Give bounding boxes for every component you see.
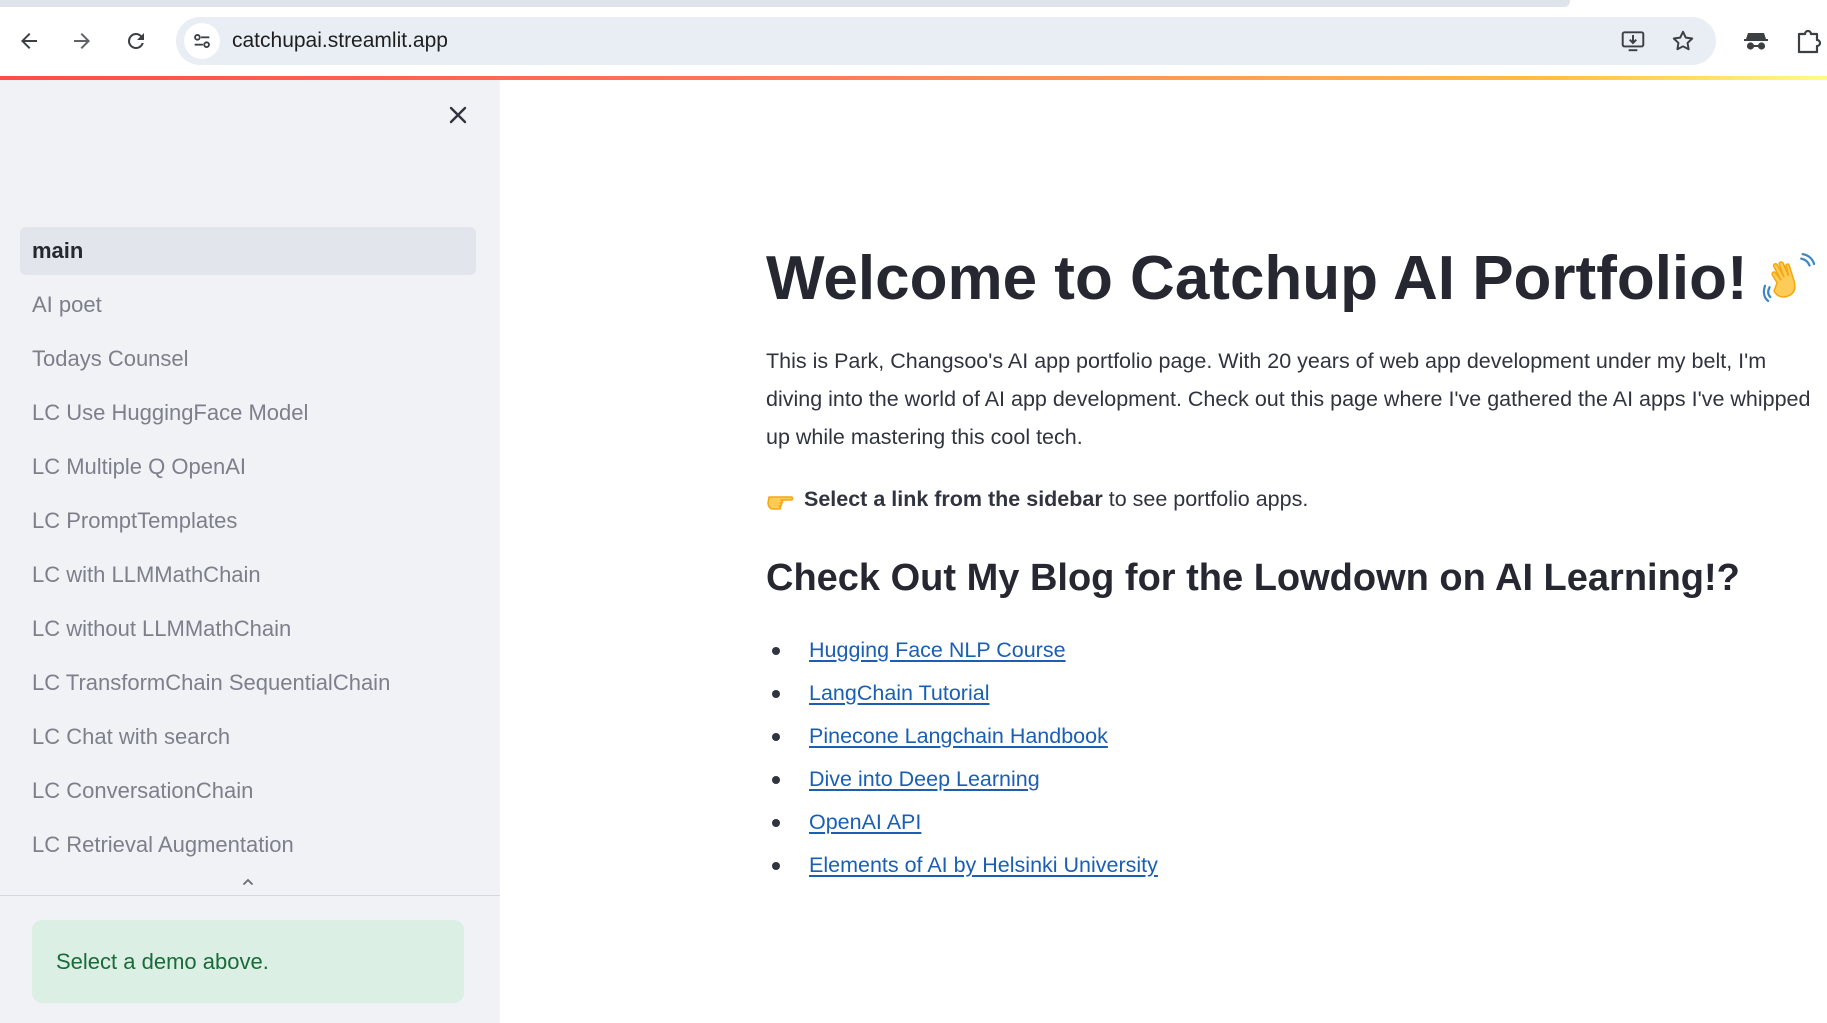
list-item: OpenAI API — [766, 801, 1816, 844]
link-openai-api[interactable]: OpenAI API — [809, 810, 921, 835]
arrow-right-icon — [74, 33, 90, 49]
chevron-up-icon — [243, 878, 253, 885]
back-button[interactable] — [12, 24, 46, 58]
intro-paragraph: This is Park, Changsoo's AI app portfoli… — [766, 348, 1811, 449]
bullet — [772, 818, 780, 827]
sidebar-item-lc-with-llmmathchain[interactable]: LC with LLMMathChain — [20, 551, 476, 599]
link-langchain-tutorial[interactable]: LangChain Tutorial — [809, 681, 989, 706]
success-message: Select a demo above. — [32, 920, 464, 1003]
link-hugging-face-nlp-course[interactable]: Hugging Face NLP Course — [809, 638, 1066, 663]
blog-heading: Check Out My Blog for the Lowdown on AI … — [766, 556, 1740, 599]
bullet — [772, 775, 780, 784]
sidebar-item-lc-prompttemplates[interactable]: LC PromptTemplates — [20, 497, 476, 545]
link-elements-of-ai[interactable]: Elements of AI by Helsinki University — [809, 853, 1158, 878]
close-sidebar-button[interactable] — [446, 98, 470, 132]
list-item: LangChain Tutorial — [766, 672, 1816, 715]
install-app-button[interactable] — [1619, 27, 1647, 55]
bookmark-button[interactable] — [1669, 27, 1697, 55]
select-instruction: Select a link from the sidebar to see po… — [766, 480, 1816, 518]
sidebar-divider — [0, 895, 500, 896]
list-item: Elements of AI by Helsinki University — [766, 844, 1816, 887]
tune-icon — [194, 34, 210, 48]
link-dive-into-deep-learning[interactable]: Dive into Deep Learning — [809, 767, 1040, 792]
sidebar-item-lc-transformchain-sequentialchain[interactable]: LC TransformChain SequentialChain — [20, 659, 476, 707]
blog-links-list: Hugging Face NLP Course LangChain Tutori… — [766, 629, 1816, 887]
site-info-button[interactable] — [184, 23, 220, 59]
waving-hand-icon — [1762, 252, 1815, 302]
puzzle-icon — [1797, 29, 1822, 54]
sidebar-item-lc-retrieval-augmentation[interactable]: LC Retrieval Augmentation — [20, 821, 476, 869]
collapse-nav-button[interactable] — [238, 874, 258, 888]
pointing-hand-icon — [767, 495, 794, 510]
forward-button[interactable] — [65, 24, 99, 58]
extensions-button[interactable] — [1793, 26, 1827, 56]
tab-strip — [0, 0, 1570, 7]
install-app-icon — [1621, 31, 1645, 52]
list-item: Pinecone Langchain Handbook — [766, 715, 1816, 758]
success-message-text: Select a demo above. — [56, 948, 269, 974]
bullet — [772, 732, 780, 741]
arrow-left-icon — [21, 33, 37, 49]
incognito-icon — [1744, 33, 1768, 50]
sidebar-item-lc-use-huggingface-model[interactable]: LC Use HuggingFace Model — [20, 389, 476, 437]
sidebar: main AI poet Todays Counsel LC Use Huggi… — [0, 80, 500, 1023]
sidebar-nav: main AI poet Todays Counsel LC Use Huggi… — [20, 227, 476, 875]
sidebar-item-main[interactable]: main — [20, 227, 476, 275]
reload-button[interactable] — [119, 24, 153, 58]
page-title-text: Welcome to Catchup AI Portfolio! — [766, 244, 1748, 313]
sidebar-item-todays-counsel[interactable]: Todays Counsel — [20, 335, 476, 383]
sidebar-item-ai-poet[interactable]: AI poet — [20, 281, 476, 329]
link-pinecone-langchain-handbook[interactable]: Pinecone Langchain Handbook — [809, 724, 1108, 749]
page-title: Welcome to Catchup AI Portfolio! — [766, 240, 1816, 318]
select-instruction-bold: Select a link from the sidebar — [804, 486, 1103, 511]
content-block: Welcome to Catchup AI Portfolio! This is… — [766, 240, 1816, 887]
close-icon — [449, 106, 467, 124]
list-item: Dive into Deep Learning — [766, 758, 1816, 801]
bullet — [772, 689, 780, 698]
sidebar-item-lc-conversationchain[interactable]: LC ConversationChain — [20, 767, 476, 815]
sidebar-item-lc-multiple-q-openai[interactable]: LC Multiple Q OpenAI — [20, 443, 476, 491]
address-bar[interactable]: catchupai.streamlit.app — [176, 17, 1716, 65]
bullet — [772, 646, 780, 655]
bullet — [772, 861, 780, 870]
sidebar-item-lc-without-llmmathchain[interactable]: LC without LLMMathChain — [20, 605, 476, 653]
url-text[interactable]: catchupai.streamlit.app — [232, 29, 448, 53]
select-instruction-rest: to see portfolio apps. — [1108, 486, 1309, 511]
reload-icon — [127, 32, 144, 49]
sidebar-item-lc-chat-with-search[interactable]: LC Chat with search — [20, 713, 476, 761]
star-icon — [1672, 30, 1694, 51]
list-item: Hugging Face NLP Course — [766, 629, 1816, 672]
incognito-button[interactable] — [1740, 26, 1772, 56]
browser-toolbar: catchupai.streamlit.app — [0, 0, 1827, 77]
main-content: Welcome to Catchup AI Portfolio! This is… — [500, 80, 1827, 1023]
